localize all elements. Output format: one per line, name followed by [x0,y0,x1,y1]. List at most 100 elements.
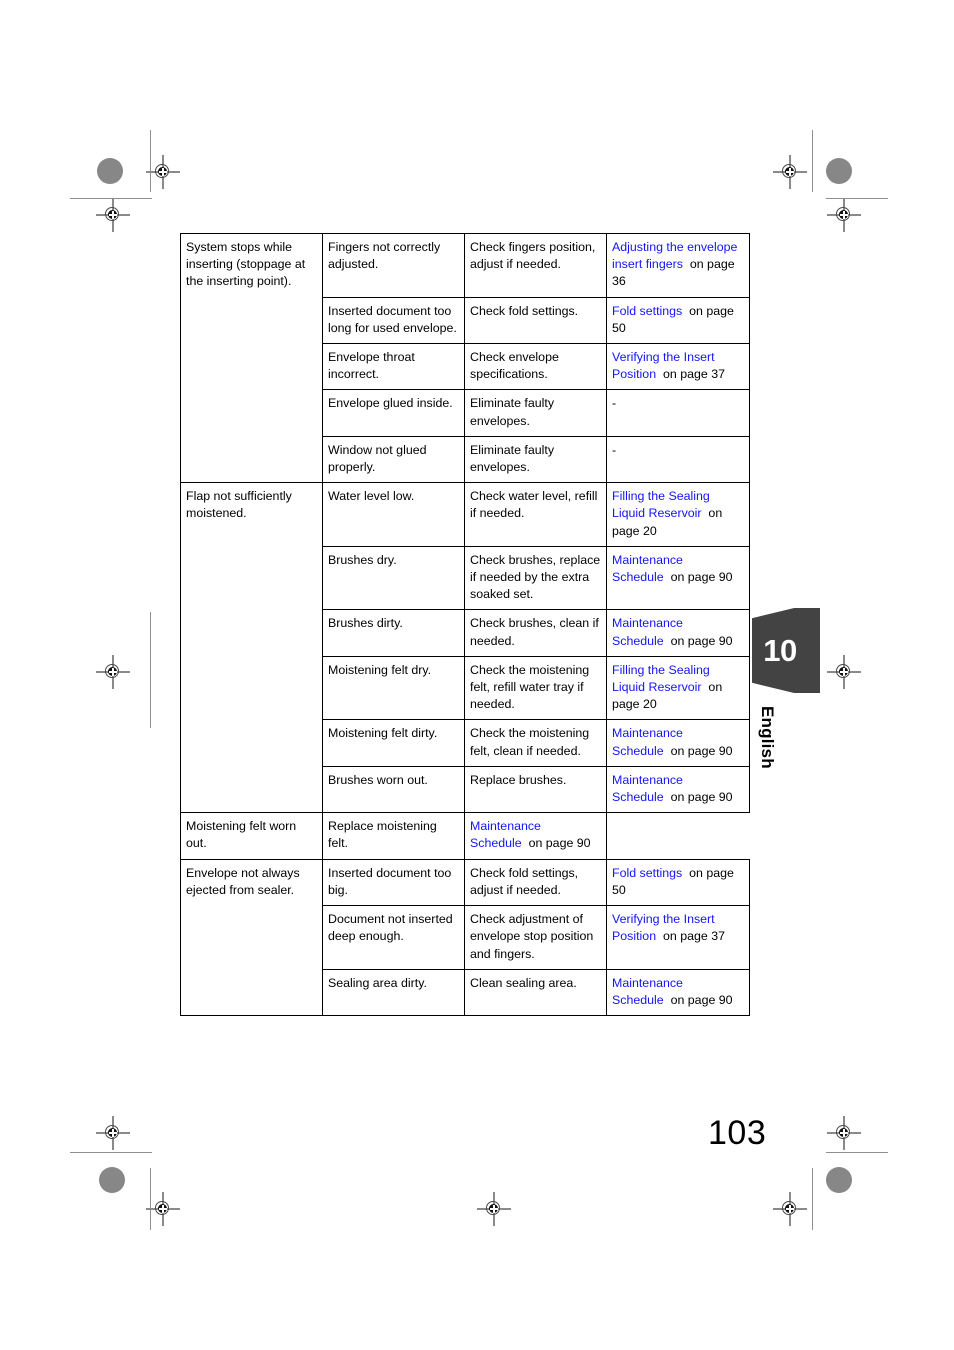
registration-target-icon [827,198,861,232]
table-row: Flap not sufficiently moistened. Water le… [180,482,750,814]
registration-target-icon [773,155,807,189]
cross-reference-link[interactable]: Filling the Sealing Liquid Reservoir [612,663,710,694]
cell-remedy: Check water level, refill if needed. [464,482,607,547]
cross-reference-page: on page 90 [670,570,733,585]
cell-remedy: Eliminate faulty envelopes. [464,435,607,484]
cause-text: Moistening felt dry. [328,662,432,677]
cell-remedy: Check brushes, replace if needed by the … [464,545,607,611]
cross-reference-page: on page 37 [662,367,725,382]
cell-cause: Window not glued properly. [322,435,465,484]
cell-reference: Filling the Sealing Liquid Reservoir on … [606,482,750,547]
cell-remedy: Check envelope specifications. [464,343,607,391]
table-row: Moistening felt worn out. Replace moisten… [180,812,750,860]
cross-reference-page: on page 90 [670,790,733,805]
remedy-text: Check the moistening felt, refill water … [470,662,590,712]
trim-rule-icon [150,612,151,728]
cell-reference: Filling the Sealing Liquid Reservoir on … [606,655,750,721]
remedy-text: Check brushes, clean if needed. [470,616,599,648]
cause-text: Moistening felt worn out. [186,819,297,851]
cross-reference-link[interactable]: Fold settings [612,866,682,880]
remedy-text: Check brushes, replace if needed by the … [470,552,601,602]
cross-reference-page: on page 37 [662,929,725,944]
page-number: 103 [708,1114,767,1152]
cell-remedy: Clean sealing area. [464,968,607,1017]
registration-target-icon [96,198,130,232]
cell-remedy: Check fingers position, adjust if needed… [464,233,607,298]
trim-rule-icon [150,130,151,192]
cell-cause: Inserted document too big. [322,858,465,907]
remedy-text: Check adjustment of envelope stop positi… [470,912,594,961]
cause-text: Water level low. [328,489,415,504]
cell-cause: Document not inserted deep enough. [322,905,465,970]
cause-text: Brushes dry. [328,552,397,567]
remedy-text: Check the moistening felt, clean if need… [470,726,590,758]
troubleshooting-table: System stops while inserting (stoppage a… [180,232,750,1017]
cause-text: Inserted document too big. [328,865,452,897]
trim-rule-icon [812,1168,813,1230]
registration-target-icon [96,1116,130,1150]
cell-cause: Envelope glued inside. [322,389,465,437]
cross-reference-page: on page 90 [670,992,733,1007]
trim-rule-icon [70,1152,152,1153]
remedy-text: Check fold settings, adjust if needed. [470,865,579,897]
remedy-text: Check envelope specifications. [470,350,559,382]
trim-rule-icon [70,198,152,199]
table-row: Envelope not always ejected from sealer.… [180,858,750,1017]
remedy-text: Check fingers position, adjust if needed… [470,240,596,272]
cell-symptom: System stops while inserting (stoppage a… [180,232,323,484]
cross-reference-link[interactable]: Fold settings [612,304,682,318]
registration-target-icon [96,655,130,689]
cell-remedy: Replace brushes. [464,765,607,814]
density-dot-icon [826,158,852,184]
table-row: System stops while inserting (stoppage a… [180,232,750,484]
cell-cause: Brushes dirty. [322,609,465,657]
cell-cause: Fingers not correctly adjusted. [322,233,465,298]
cell-reference: Maintenance Schedule on page 90 [464,812,607,860]
symptom-text: System stops while inserting (stoppage a… [186,240,306,289]
registration-target-icon [773,1192,807,1226]
cause-text: Document not inserted deep enough. [328,912,453,944]
cause-text: Moistening felt dirty. [328,726,438,741]
cell-reference: Verifying the Insert Position on page 37 [606,905,750,970]
cell-cause: Moistening felt worn out. [180,812,323,860]
cell-reference: Maintenance Schedule on page 90 [606,765,750,814]
remedy-text: Clean sealing area. [470,975,577,990]
remedy-text: Eliminate faulty envelopes. [470,396,555,428]
cause-text: Fingers not correctly adjusted. [328,240,441,272]
remedy-text: Check water level, refill if needed. [470,489,598,521]
symptom-text: Flap not sufficiently moistened. [186,489,292,521]
remedy-text: Check fold settings. [470,303,579,318]
cell-reference: Verifying the Insert Position on page 37 [606,343,750,391]
cross-reference-page: on page 90 [528,836,591,851]
cell-reference: Maintenance Schedule on page 90 [606,968,750,1017]
registration-target-icon [477,1192,511,1226]
symptom-text: Envelope not always ejected from sealer. [186,865,300,897]
cell-remedy: Eliminate faulty envelopes. [464,389,607,437]
cell-reference: Fold settings on page 50 [606,858,750,907]
trim-rule-icon [150,1168,151,1230]
cross-reference-page: - [612,442,617,457]
density-dot-icon [97,158,123,184]
cell-remedy: Check the moistening felt, refill water … [464,655,607,721]
trim-rule-icon [826,1152,888,1153]
registration-target-icon [146,1192,180,1226]
trim-rule-icon [826,198,888,199]
cell-cause: Envelope throat incorrect. [322,343,465,391]
cross-reference-page: - [612,396,617,411]
cross-reference-link[interactable]: Filling the Sealing Liquid Reservoir [612,489,710,520]
cell-reference: Maintenance Schedule on page 90 [606,609,750,657]
remedy-text: Replace moistening felt. [328,819,437,851]
cross-reference-page: on page 90 [670,743,733,758]
cell-symptom: Flap not sufficiently moistened. [180,482,323,814]
chapter-tab: 10 [752,608,820,693]
cause-text: Envelope glued inside. [328,396,453,411]
cell-remedy: Check fold settings. [464,296,607,345]
cause-text: Brushes dirty. [328,616,403,631]
cause-text: Brushes worn out. [328,772,428,787]
cell-cause: Inserted document too long for used enve… [322,296,465,345]
registration-target-icon [827,655,861,689]
chapter-number: 10 [763,632,797,668]
cause-text: Sealing area dirty. [328,975,427,990]
cell-remedy: Check the moistening felt, clean if need… [464,719,607,767]
language-label: English [758,706,777,769]
